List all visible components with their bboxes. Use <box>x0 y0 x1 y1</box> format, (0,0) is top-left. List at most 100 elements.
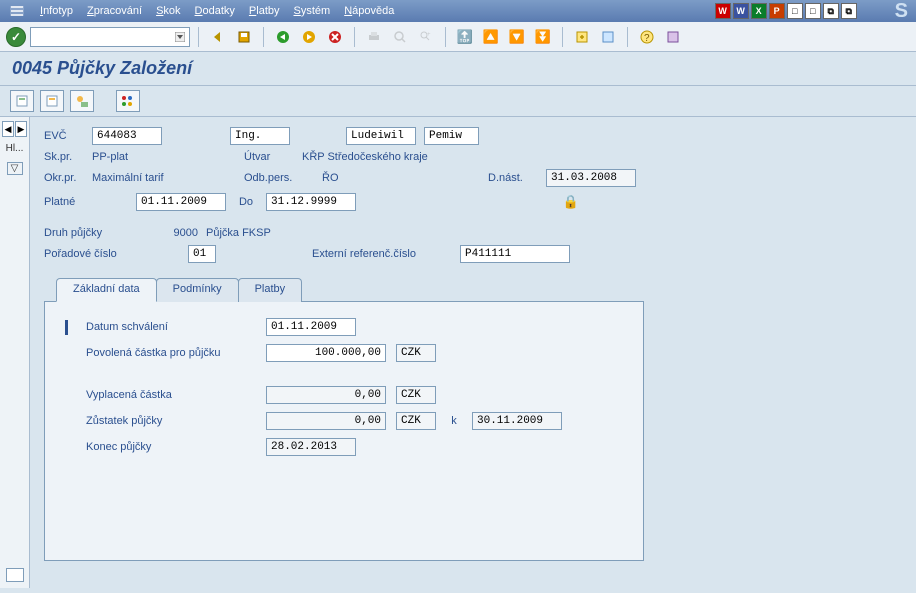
lastname-field[interactable]: Ludeiwil <box>346 127 416 145</box>
menu-bar: Infotyp Zpracování Skok Dodatky Platby S… <box>0 0 916 22</box>
shortcut-button[interactable] <box>597 26 619 48</box>
ext-icon-3[interactable]: X <box>751 3 767 19</box>
cancel-button[interactable] <box>324 26 346 48</box>
datum-label: Datum schválení <box>86 321 256 333</box>
evc-field[interactable]: 644083 <box>92 127 162 145</box>
lock-icon: 🔒 <box>562 193 580 211</box>
content-area: EVČ 644083 Ing. Ludeiwil Pemiw Sk.pr. PP… <box>30 117 916 588</box>
app-btn-1[interactable] <box>10 90 34 112</box>
selection-bar <box>65 320 68 335</box>
back-button[interactable] <box>207 26 229 48</box>
ext-icon-5[interactable]: □ <box>787 3 803 19</box>
utvar-label: Útvar <box>244 151 294 163</box>
back-green-button[interactable] <box>272 26 294 48</box>
vyplacena-label: Vyplacená částka <box>86 389 256 401</box>
print-button <box>363 26 385 48</box>
sidebar-next[interactable]: ▶ <box>15 121 27 137</box>
find-button <box>389 26 411 48</box>
standard-toolbar: ✓ + 🔝 🔼 🔽 ⏬ ? <box>0 22 916 52</box>
tabstrip: Základní data Podmínky Platby Datum schv… <box>44 277 902 561</box>
next-page-button[interactable]: 🔽 <box>506 26 528 48</box>
vyplacena-cur: CZK <box>396 386 436 404</box>
page-title: 0045 Půjčky Založení <box>12 58 904 79</box>
degree-field[interactable]: Ing. <box>230 127 290 145</box>
prev-page-button[interactable]: 🔼 <box>480 26 502 48</box>
platne-from-field[interactable]: 01.11.2009 <box>136 193 226 211</box>
new-session-button[interactable] <box>571 26 593 48</box>
app-btn-2[interactable] <box>40 90 64 112</box>
povolena-label: Povolená částka pro půjčku <box>86 347 256 359</box>
menu-napoveda[interactable]: Nápověda <box>338 3 400 19</box>
ext-icon-7[interactable]: ⧉ <box>823 3 839 19</box>
enter-button[interactable]: ✓ <box>6 27 26 47</box>
k-field: 30.11.2009 <box>472 412 562 430</box>
app-toolbar <box>0 86 916 117</box>
konec-field: 28.02.2013 <box>266 438 356 456</box>
dnast-label: D.nást. <box>488 172 538 184</box>
sidebar-hl-label: Hl... <box>6 143 24 154</box>
sidebar-prev[interactable]: ◀ <box>2 121 14 137</box>
datum-field[interactable]: 01.11.2009 <box>266 318 356 336</box>
sidebar-expand[interactable]: ▽ <box>7 162 23 175</box>
first-page-button[interactable]: 🔝 <box>454 26 476 48</box>
evc-label: EVČ <box>44 130 84 142</box>
menu-system[interactable]: Systém <box>288 3 337 19</box>
firstname-field[interactable]: Pemiw <box>424 127 479 145</box>
customize-button[interactable] <box>662 26 684 48</box>
zustatek-label: Zůstatek půjčky <box>86 415 256 427</box>
druh-code: 9000 <box>162 227 198 239</box>
druh-label: Druh půjčky <box>44 227 154 239</box>
odbpers-value: ŘO <box>322 172 362 184</box>
dnast-field: 31.03.2008 <box>546 169 636 187</box>
povolena-field[interactable]: 100.000,00 <box>266 344 386 362</box>
ext-icon-1[interactable]: W <box>715 3 731 19</box>
app-menu-icon[interactable] <box>8 4 26 18</box>
menu-dodatky[interactable]: Dodatky <box>189 3 241 19</box>
tab-zakladni-data[interactable]: Základní data <box>56 278 157 302</box>
sap-logo: S <box>895 0 908 23</box>
command-field[interactable] <box>30 27 190 47</box>
help-button[interactable]: ? <box>636 26 658 48</box>
ext-icon-6[interactable]: □ <box>805 3 821 19</box>
okrpr-label: Okr.pr. <box>44 172 84 184</box>
odbpers-label: Odb.pers. <box>244 172 314 184</box>
por-label: Pořadové číslo <box>44 248 154 260</box>
sidebar-mini-window[interactable] <box>6 568 24 582</box>
app-btn-4[interactable] <box>116 90 140 112</box>
okrpr-value: Maximální tarif <box>92 172 212 184</box>
skpr-label: Sk.pr. <box>44 151 84 163</box>
ext-icon-8[interactable]: ⧉ <box>841 3 857 19</box>
konec-label: Konec půjčky <box>86 441 256 453</box>
druh-text: Půjčka FKSP <box>206 227 271 239</box>
platne-label: Platné <box>44 196 104 208</box>
command-dropdown-icon[interactable] <box>173 30 187 44</box>
menu-platby[interactable]: Platby <box>243 3 286 19</box>
skpr-value: PP-plat <box>92 151 212 163</box>
utvar-value: KŘP Středočeského kraje <box>302 151 428 163</box>
menu-skok[interactable]: Skok <box>150 3 186 19</box>
zustatek-cur: CZK <box>396 412 436 430</box>
vyplacena-field: 0,00 <box>266 386 386 404</box>
app-btn-3[interactable] <box>70 90 94 112</box>
tab-panel-zakladni: Datum schválení 01.11.2009 Povolená část… <box>44 301 644 561</box>
extref-label: Externí referenč.číslo <box>312 248 452 260</box>
exit-button[interactable] <box>298 26 320 48</box>
tab-platby[interactable]: Platby <box>238 278 303 302</box>
ext-icon-4[interactable]: P <box>769 3 785 19</box>
k-label: k <box>446 415 462 427</box>
left-sidebar: ◀ ▶ Hl... ▽ <box>0 117 30 588</box>
menu-infotyp[interactable]: Infotyp <box>34 3 79 19</box>
extref-field[interactable]: P411111 <box>460 245 570 263</box>
save-button[interactable] <box>233 26 255 48</box>
last-page-button[interactable]: ⏬ <box>532 26 554 48</box>
title-area: 0045 Půjčky Založení <box>0 52 916 86</box>
menu-zpracovani[interactable]: Zpracování <box>81 3 148 19</box>
svg-text:?: ? <box>644 33 650 44</box>
tab-podminky[interactable]: Podmínky <box>156 278 239 302</box>
do-label: Do <box>234 196 258 208</box>
find-next-button: + <box>415 26 437 48</box>
ext-icon-2[interactable]: W <box>733 3 749 19</box>
svg-text:+: + <box>427 32 431 38</box>
por-field[interactable]: 01 <box>188 245 216 263</box>
platne-to-field[interactable]: 31.12.9999 <box>266 193 356 211</box>
